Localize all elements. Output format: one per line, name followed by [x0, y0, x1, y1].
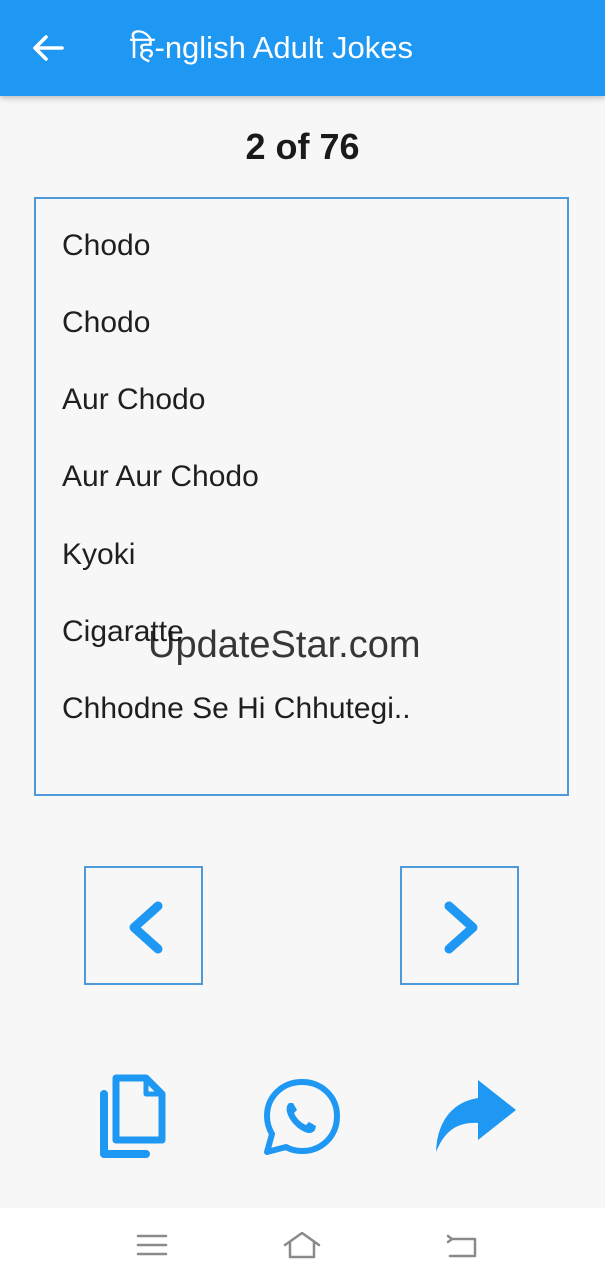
- home-icon: [283, 1231, 321, 1259]
- copy-button[interactable]: [88, 1070, 180, 1166]
- joke-card: Chodo Chodo Aur Chodo Aur Aur Chodo Kyok…: [34, 197, 569, 796]
- whatsapp-share-button[interactable]: [256, 1070, 348, 1166]
- app-bar: हि-nglish Adult Jokes: [0, 0, 605, 96]
- whatsapp-icon: [264, 1079, 340, 1155]
- share-button[interactable]: [428, 1070, 520, 1166]
- chevron-right-icon: [444, 901, 478, 954]
- back-button[interactable]: [28, 28, 68, 68]
- copy-icon: [100, 1074, 166, 1158]
- system-navigation-bar: [0, 1208, 605, 1280]
- next-joke-button[interactable]: [400, 866, 519, 985]
- home-button[interactable]: [282, 1228, 322, 1262]
- system-back-icon: [446, 1234, 477, 1258]
- joke-line: Chhodne Se Hi Chhutegi..: [62, 692, 411, 725]
- previous-joke-button[interactable]: [84, 866, 203, 985]
- watermark: UpdateStar.com: [148, 624, 421, 666]
- chevron-left-icon: [129, 901, 163, 954]
- joke-line: Chodo: [62, 229, 151, 262]
- share-icon: [436, 1080, 516, 1152]
- joke-line: Aur Aur Chodo: [62, 460, 259, 493]
- arrow-left-icon: [33, 35, 64, 61]
- menu-icon: [136, 1234, 168, 1256]
- system-back-button[interactable]: [442, 1228, 482, 1262]
- app-title: हि-nglish Adult Jokes: [130, 30, 413, 65]
- joke-line: Kyoki: [62, 538, 136, 571]
- menu-button[interactable]: [132, 1228, 172, 1262]
- joke-screen: हि-nglish Adult Jokes 2 of 76 Chodo Chod…: [0, 0, 605, 1280]
- joke-line: Aur Chodo: [62, 383, 206, 416]
- joke-counter: 2 of 76: [245, 126, 360, 167]
- joke-line: Chodo: [62, 306, 151, 339]
